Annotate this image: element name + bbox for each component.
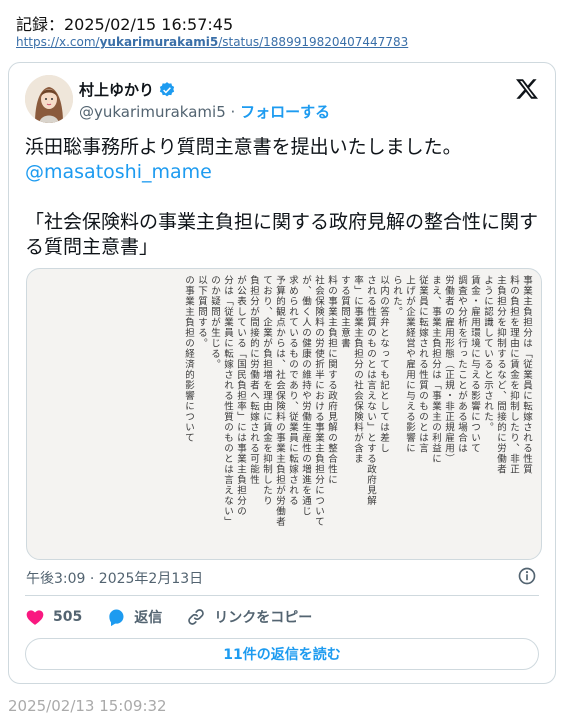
like-count: 505 [53,609,83,625]
tweet-text: 浜田聡事務所より質問主意書を提出いたしました。 @masatoshi_mame … [25,135,545,260]
tweet-card: 村上ゆかり @yukarimurakami5 · フォローする 浜田聡事務所より… [8,62,556,684]
document-image[interactable]: 事業主負担分は「従業員に転嫁される性質 料の負担を理由に賃金を抑制したり、非正 主負… [26,268,542,560]
document-column: まえ、事業主負担分は「事業主の利益に [430,275,441,464]
document-column: 賃金・雇用環境に与える影響について [469,275,480,454]
tweet-line-3: 「社会保険料の事業主負担に関する政府見解の整合性に関する質問主意書」 [25,211,539,258]
link-icon [188,609,205,625]
document-column: 事業主負担分は「従業員に転嫁される性質 [521,275,532,475]
reply-bubble-icon [109,609,124,627]
document-column: 料の事業主負担に関する政府見解の整合性に [326,275,337,485]
document-column: 料の負担を理由に賃金を抑制したり、非正 [508,275,519,475]
document-columns: 事業主負担分は「従業員に転嫁される性質 料の負担を理由に賃金を抑制したり、非正 主負… [27,269,541,559]
document-column: 予算的観点からは、社会保険料の事業主負担が労働者 [274,275,285,527]
copy-link-button[interactable]: リンクをコピー [186,607,312,627]
document-column: 上げが企業経営や雇用に与える影響に [404,275,415,454]
document-column: する質問主意書 [339,275,350,349]
mention-link[interactable]: @masatoshi_mame [25,161,212,183]
footer-timestamp: 2025/02/13 15:09:32 [8,697,167,715]
record-timestamp: 記録：2025/02/15 16:57:45 [16,15,234,34]
tweet-url-link[interactable]: https://x.com/yukarimurakami5/status/188… [16,35,408,49]
document-column: 調査や分析を行ったことがある場合は [456,275,467,454]
action-bar: 505 返信 リンクをコピー [25,607,336,627]
reply-button[interactable]: 返信 [106,607,162,627]
document-column: 主負担分を抑制するなど、間接的に労働者 [495,275,506,475]
read-replies-button[interactable]: 11件の返信を読む [25,638,539,670]
document-column: の事業主負担の経済的影響について [183,275,194,443]
document-column: 従業員に転嫁される性質のものとは言 [417,275,428,454]
document-column: 社会保険料の労使折半における事業主負担分について [313,275,324,527]
document-column: られた。 [391,275,402,317]
tweet-line-1: 浜田聡事務所より質問主意書を提出いたしました。 [25,136,462,158]
document-column: が、働く人の健康の維持や労働生産性の増進を通じ [300,275,311,517]
document-column: が公表している「国民負担率」には事業主負担分の [235,275,246,517]
info-icon[interactable] [517,566,537,586]
document-column: ており、企業が負担増を理由に賃金を抑制したり [261,275,272,506]
document-column: 以下質問する。 [196,275,207,349]
x-logo-icon[interactable] [515,77,539,101]
document-column: ように認識していると示された。 [482,275,493,433]
document-column: される性質のものとは言えない」とする政府見解 [365,275,376,506]
document-column: 求められているものであり、従業員に転嫁される [287,275,298,506]
divider [25,595,539,596]
follow-button[interactable]: フォローする [240,103,330,121]
verified-badge-icon [159,81,175,96]
copy-link-label: リンクをコピー [214,610,313,626]
heart-icon [26,610,44,625]
document-column: のか疑問が生じる。 [209,275,220,370]
reply-label: 返信 [134,610,163,626]
avatar-illustration [25,75,73,123]
document-column: 負担分が間接的に労働者へ転嫁される可能性 [248,275,259,485]
document-column: 分は「従業員に転嫁される性質のものとは言えない」 [222,275,233,527]
document-column: 率」に事業主負担分の社会保険料が含ま [352,275,363,464]
like-button[interactable]: 505 [25,607,82,627]
document-column: 以内の答弁となっても記としては差し [378,275,389,454]
author-handle: @yukarimurakami5 · フォローする [79,103,331,121]
author-name[interactable]: 村上ゆかり [79,79,176,100]
document-column: 労働者の雇用形態（正規・非正規雇用） [443,275,454,464]
tweet-timestamp[interactable]: 午後3:09 · 2025年2月13日 [26,568,203,588]
avatar[interactable] [25,75,73,123]
